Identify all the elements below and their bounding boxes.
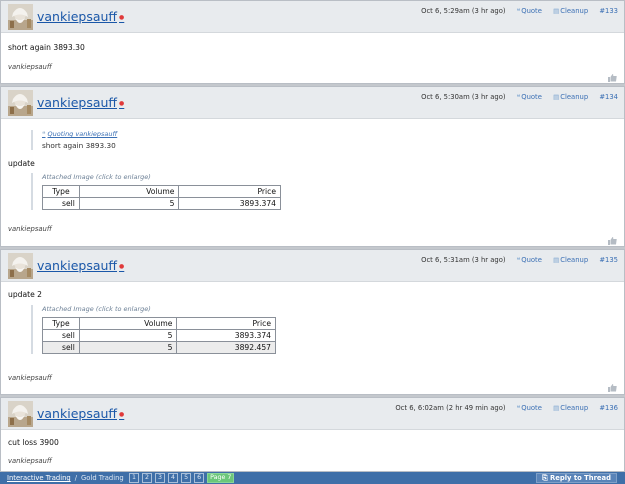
post-time: Oct 6, 5:31am (3 hr ago)	[421, 256, 506, 264]
col-volume: Volume	[78, 317, 178, 330]
page-link-5[interactable]: 5	[181, 473, 192, 483]
post-135: vankiepsauff ● Oct 6, 5:31am (3 hr ago) ❝…	[0, 249, 625, 395]
page-link-4[interactable]: 4	[168, 473, 179, 483]
avatar[interactable]	[8, 253, 33, 279]
post-133: vankiepsauff ● Oct 6, 5:29am (3 hr ago) ❝…	[0, 0, 625, 84]
post-time: Oct 6, 5:29am (3 hr ago)	[421, 7, 506, 15]
post-body: short again 3893.30	[8, 43, 85, 52]
quote-button[interactable]: ❝Quote	[517, 7, 542, 15]
thumbs-up-icon[interactable]	[608, 237, 617, 245]
col-type: Type	[42, 185, 80, 198]
signature: vankiepsauff	[8, 374, 52, 382]
quote-button[interactable]: ❝Quote	[517, 93, 542, 101]
thumbs-up-icon[interactable]	[608, 74, 617, 82]
page-link-2[interactable]: 2	[142, 473, 153, 483]
online-dot-icon: ●	[119, 14, 125, 21]
post-134: vankiepsauff ● Oct 6, 5:30am (3 hr ago) ❝…	[0, 86, 625, 247]
post-number-link[interactable]: #136	[599, 404, 618, 412]
online-dot-icon: ●	[119, 263, 125, 270]
username-link[interactable]: vankiepsauff ●	[37, 9, 124, 24]
page-link-1[interactable]: 1	[129, 473, 140, 483]
pagination: 1 2 3 4 5 6 Page 7	[129, 473, 235, 483]
table-row: sell 5 3893.374	[42, 329, 276, 342]
quote-icon: ❝	[516, 256, 521, 264]
col-price: Price	[176, 317, 276, 330]
quote-button[interactable]: ❝Quote	[517, 404, 542, 412]
attach-caption[interactable]: Attached Image (click to enlarge)	[42, 173, 281, 181]
post-number-link[interactable]: #134	[599, 93, 618, 101]
cleanup-button[interactable]: ▤Cleanup	[553, 256, 588, 264]
avatar[interactable]	[8, 90, 33, 116]
cleanup-icon: ▤	[553, 93, 560, 101]
attached-image[interactable]: Attached Image (click to enlarge) Type V…	[31, 305, 276, 354]
post-header: vankiepsauff ● Oct 6, 5:29am (3 hr ago) ❝…	[1, 1, 624, 33]
reply-to-thread-button[interactable]: ⎘ Reply to Thread	[536, 473, 617, 483]
post-time: Oct 6, 5:30am (3 hr ago)	[421, 93, 506, 101]
quote-author-link[interactable]: ❝ Quoting vankiepsauff	[42, 130, 271, 138]
col-volume: Volume	[78, 185, 180, 198]
avatar[interactable]	[8, 401, 33, 427]
quote-icon: ❝	[516, 93, 521, 101]
cleanup-button[interactable]: ▤Cleanup	[553, 7, 588, 15]
quote-block: ❝ Quoting vankiepsauff short again 3893.3…	[31, 130, 271, 150]
post-header: vankiepsauff ● Oct 6, 5:31am (3 hr ago) ❝…	[1, 250, 624, 282]
cleanup-icon: ▤	[553, 7, 560, 15]
trade-table: Type Volume Price sell 5 3893.374 sell 5…	[42, 317, 276, 354]
signature: vankiepsauff	[8, 63, 52, 71]
attach-caption[interactable]: Attached Image (click to enlarge)	[42, 305, 276, 313]
post-body: update	[8, 159, 35, 168]
table-row: sell 5 3892.457	[42, 341, 276, 354]
post-body: update 2	[8, 290, 43, 299]
page-link-6[interactable]: 6	[194, 473, 205, 483]
current-page: Page 7	[207, 473, 235, 483]
avatar[interactable]	[8, 4, 33, 30]
attached-image[interactable]: Attached Image (click to enlarge) Type V…	[31, 173, 281, 210]
online-dot-icon: ●	[119, 100, 125, 107]
post-body: cut loss 3900	[8, 438, 59, 447]
col-type: Type	[42, 317, 80, 330]
post-header: vankiepsauff ● Oct 6, 6:02am (2 hr 49 min…	[1, 398, 624, 430]
thumbs-up-icon[interactable]	[608, 384, 617, 392]
post-meta: Oct 6, 5:29am (3 hr ago) ❝Quote ▤Cleanup…	[421, 7, 618, 15]
post-meta: Oct 6, 6:02am (2 hr 49 min ago) ❝Quote ▤…	[395, 404, 618, 412]
breadcrumb-separator: /	[74, 474, 78, 482]
post-meta: Oct 6, 5:31am (3 hr ago) ❝Quote ▤Cleanup…	[421, 256, 618, 264]
cleanup-button[interactable]: ▤Cleanup	[553, 404, 588, 412]
signature: vankiepsauff	[8, 457, 52, 465]
quoted-text: short again 3893.30	[42, 141, 116, 150]
quote-icon: ❝	[516, 7, 521, 15]
signature: vankiepsauff	[8, 225, 52, 233]
username-link[interactable]: vankiepsauff ●	[37, 406, 124, 421]
quote-icon: ❝	[516, 404, 521, 412]
username-link[interactable]: vankiepsauff ●	[37, 95, 124, 110]
breadcrumb-gold-trading[interactable]: Gold Trading	[81, 474, 124, 482]
breadcrumb-interactive-trading[interactable]: Interactive Trading	[7, 474, 71, 482]
table-row: sell 5 3893.374	[42, 197, 281, 210]
breadcrumb: Interactive Trading / Gold Trading	[7, 474, 124, 482]
online-dot-icon: ●	[119, 411, 125, 418]
trade-table: Type Volume Price sell 5 3893.374	[42, 185, 281, 210]
post-number-link[interactable]: #133	[599, 7, 618, 15]
thread-footer-bar: Interactive Trading / Gold Trading 1 2 3 4…	[0, 472, 625, 484]
col-price: Price	[178, 185, 281, 198]
page-link-3[interactable]: 3	[155, 473, 166, 483]
post-number-link[interactable]: #135	[599, 256, 618, 264]
cleanup-button[interactable]: ▤Cleanup	[553, 93, 588, 101]
cleanup-icon: ▤	[553, 256, 560, 264]
reply-icon: ⎘	[542, 474, 550, 482]
post-header: vankiepsauff ● Oct 6, 5:30am (3 hr ago) ❝…	[1, 87, 624, 119]
cleanup-icon: ▤	[553, 404, 560, 412]
quote-mark-icon: ❝	[42, 130, 46, 138]
username-link[interactable]: vankiepsauff ●	[37, 258, 124, 273]
post-time: Oct 6, 6:02am (2 hr 49 min ago)	[395, 404, 506, 412]
post-meta: Oct 6, 5:30am (3 hr ago) ❝Quote ▤Cleanup…	[421, 93, 618, 101]
post-136: vankiepsauff ● Oct 6, 6:02am (2 hr 49 min…	[0, 397, 625, 472]
quote-button[interactable]: ❝Quote	[517, 256, 542, 264]
